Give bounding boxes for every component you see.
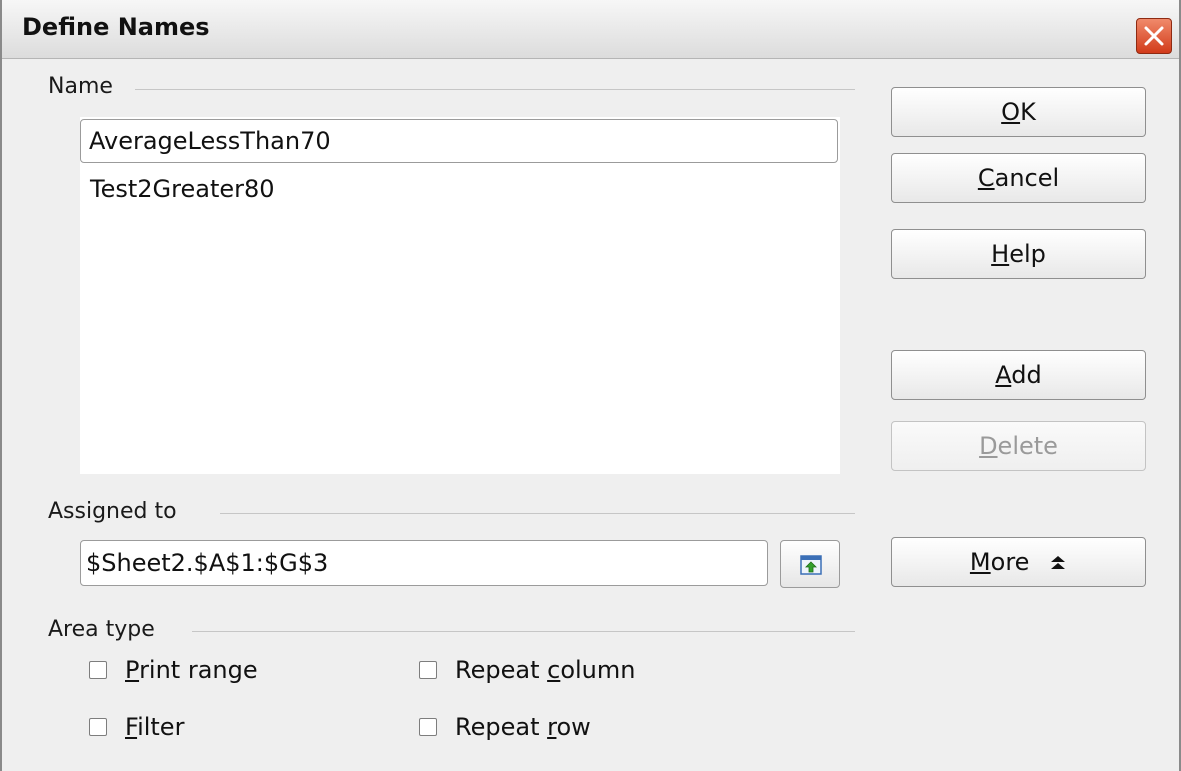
cancel-button[interactable]: Cancel xyxy=(891,153,1146,203)
names-listbox[interactable]: AverageLessThan70 Test2Greater80 xyxy=(80,117,840,474)
close-button[interactable] xyxy=(1136,18,1172,54)
title-bar: Define Names xyxy=(2,0,1179,59)
close-icon xyxy=(1144,26,1164,46)
help-mnemonic: H xyxy=(991,240,1010,268)
ok-button[interactable]: OK xyxy=(891,87,1146,137)
chevron-double-up-icon xyxy=(1051,556,1066,569)
help-button[interactable]: Help xyxy=(891,229,1146,279)
name-group-label: Name xyxy=(48,74,113,99)
repeat-row-label: Repeat row xyxy=(455,713,591,741)
shrink-dialog-button[interactable] xyxy=(780,540,840,588)
repeat-column-checkbox[interactable] xyxy=(419,661,437,679)
delete-button[interactable]: Delete xyxy=(891,421,1146,471)
shrink-icon xyxy=(800,555,822,575)
add-button[interactable]: Add xyxy=(891,350,1146,400)
print-range-checkbox[interactable] xyxy=(89,661,107,679)
add-label-rest: dd xyxy=(1011,361,1042,389)
name-group-divider xyxy=(135,89,855,90)
assigned-to-input[interactable]: $Sheet2.$A$1:$G$3 xyxy=(80,540,768,586)
define-names-dialog: Define Names Name AverageLessThan70 Test… xyxy=(0,0,1181,771)
help-label-rest: elp xyxy=(1009,240,1046,268)
print-range-label: Print range xyxy=(125,656,258,684)
area-type-label: Area type xyxy=(48,617,155,642)
delete-mnemonic: D xyxy=(979,432,998,460)
repeat-column-label: Repeat column xyxy=(455,656,636,684)
dialog-title: Define Names xyxy=(22,13,210,41)
repeat-row-checkbox[interactable] xyxy=(419,718,437,736)
more-button[interactable]: More xyxy=(891,537,1146,587)
delete-label-rest: elete xyxy=(997,432,1058,460)
filter-checkbox[interactable] xyxy=(89,718,107,736)
add-mnemonic: A xyxy=(995,361,1012,389)
cancel-mnemonic: C xyxy=(977,164,995,192)
cancel-label-rest: ancel xyxy=(994,164,1060,192)
more-label-rest: ore xyxy=(990,548,1030,576)
ok-mnemonic: O xyxy=(1001,98,1021,126)
name-input[interactable]: AverageLessThan70 xyxy=(80,119,838,163)
names-list-item[interactable]: Test2Greater80 xyxy=(90,175,275,203)
ok-label-rest: K xyxy=(1020,98,1036,126)
assigned-to-label: Assigned to xyxy=(48,499,177,524)
filter-label: Filter xyxy=(125,713,185,741)
area-type-divider xyxy=(192,631,855,632)
assigned-to-divider xyxy=(220,513,855,514)
more-mnemonic: M xyxy=(969,548,991,576)
